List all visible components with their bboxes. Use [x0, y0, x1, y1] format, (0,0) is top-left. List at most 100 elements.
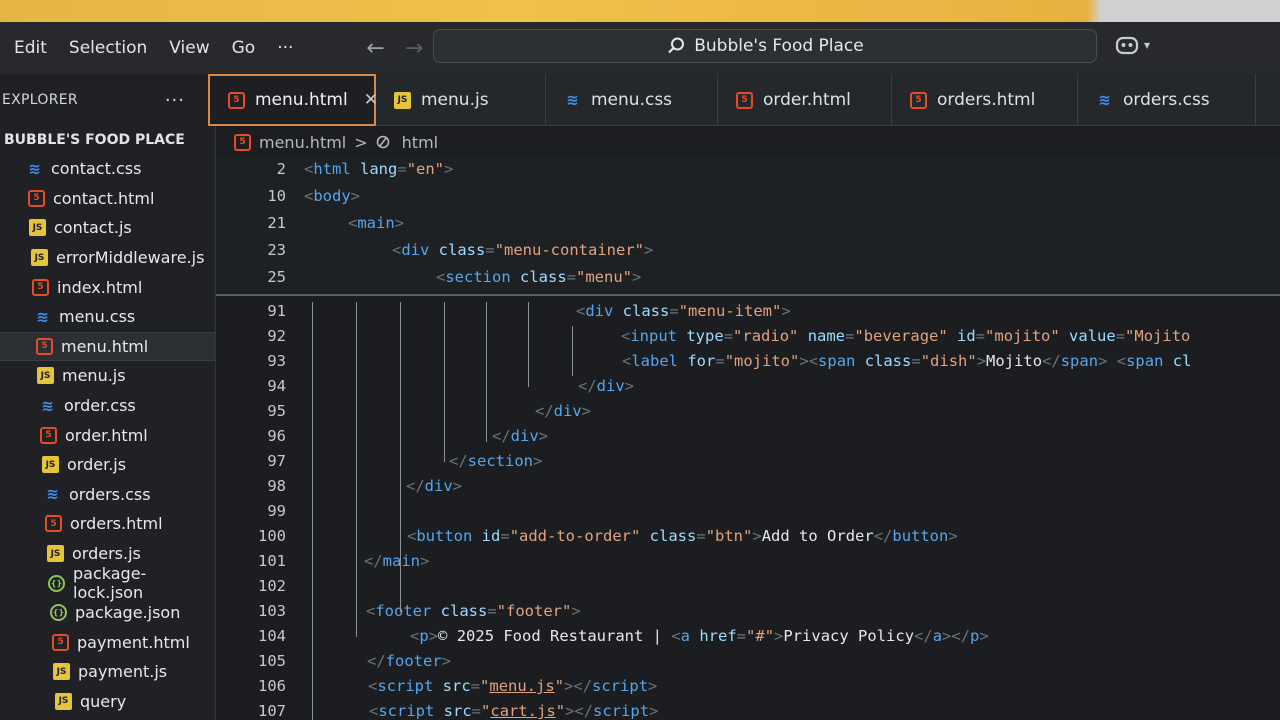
file-item[interactable]: 5 orders.html [0, 509, 215, 539]
code-line[interactable]: 99 [216, 502, 1280, 528]
file-item[interactable]: JS errorMiddleware.js [0, 243, 215, 273]
code-line[interactable]: 21 <main> [216, 214, 1280, 240]
code-token: section [445, 268, 511, 286]
file-name: payment.js [78, 662, 168, 682]
file-item[interactable]: JS order.js [0, 450, 215, 480]
code-line[interactable]: 106 <script src="menu.js"></script> [216, 677, 1280, 703]
file-item[interactable]: 5 order.html [0, 420, 215, 450]
editor-tab[interactable]: 5 order.html [718, 74, 892, 126]
menu-item[interactable]: Selection [58, 38, 158, 58]
code-token: p [419, 627, 429, 645]
code-line[interactable]: 103 <footer class="footer"> [216, 602, 1280, 628]
code-token: > [632, 268, 642, 286]
code-content: </div> [578, 377, 634, 395]
editor-tab[interactable]: ≋ orders.css [1078, 74, 1256, 126]
code-line[interactable]: 107 <script src="cart.js"></script> [216, 702, 1280, 720]
code-token: lang [350, 160, 398, 178]
command-center-search[interactable]: Bubble's Food Place [433, 29, 1097, 63]
html-file-icon: 5 [40, 426, 57, 444]
file-item[interactable]: ≋ contact.css [0, 154, 215, 184]
breadcrumb-file[interactable]: menu.html [259, 133, 346, 152]
js-file-icon: JS [394, 91, 411, 109]
code-line[interactable]: 98 </div> [216, 477, 1280, 503]
line-number: 21 [267, 214, 286, 232]
file-item[interactable]: {} package.json [0, 598, 215, 628]
code-token: footer [385, 652, 442, 670]
code-token: > [350, 187, 361, 205]
code-content: <script src="menu.js"></script> [368, 677, 657, 695]
editor-tab[interactable]: 5 menu.html ✕ [208, 74, 378, 126]
code-content: <div class="menu-item"> [576, 302, 791, 320]
file-item[interactable]: ≋ order.css [0, 391, 215, 421]
code-token: < [304, 160, 314, 178]
line-number: 104 [258, 627, 286, 645]
code-line[interactable]: 10 <body> [216, 187, 1280, 213]
file-item[interactable]: JS contact.js [0, 213, 215, 243]
code-line[interactable]: 100 <button id="add-to-order" class="btn"… [216, 527, 1280, 553]
code-token: < [304, 187, 314, 205]
html-file-icon: 5 [36, 337, 53, 355]
file-item[interactable]: ≋ menu.css [0, 302, 215, 332]
code-editor[interactable]: 2 <html lang="en"> 10 <body> 21 <main> 23 <div … [216, 156, 1280, 720]
menu-item[interactable]: ··· [266, 38, 304, 58]
file-item[interactable]: 5 payment.html [0, 628, 215, 658]
editor-tab[interactable]: JS menu.js [376, 74, 546, 126]
menu-item[interactable]: Edit [0, 38, 58, 58]
code-token: footer [375, 602, 432, 620]
editor-tab[interactable]: 5 orders.html [892, 74, 1078, 126]
html-file-icon: 5 [28, 189, 45, 207]
code-line[interactable]: 97 </section> [216, 452, 1280, 478]
code-line[interactable]: 102 [216, 577, 1280, 603]
explorer-more-icon[interactable]: ··· [165, 90, 185, 111]
code-token: = [470, 677, 481, 695]
code-token: > [781, 302, 791, 320]
menu-item[interactable]: Go [221, 38, 267, 58]
code-token: Mojito [986, 352, 1043, 370]
file-item[interactable]: JS query [0, 687, 215, 717]
explorer-title: EXPLORER [2, 92, 78, 108]
breadcrumb-node[interactable]: html [402, 133, 438, 152]
file-item[interactable]: JS payment.js [0, 657, 215, 687]
code-line[interactable]: 92 <input type="radio" name="beverage" id… [216, 327, 1280, 353]
file-item[interactable]: 5 index.html [0, 272, 215, 302]
menu-item[interactable]: View [158, 38, 220, 58]
line-number: 91 [267, 302, 286, 320]
copilot-menu[interactable]: ▾ [1114, 34, 1150, 56]
code-token: ></ [565, 702, 594, 720]
code-token: = [911, 352, 921, 370]
file-name: order.css [64, 396, 136, 416]
code-token: < [410, 627, 420, 645]
back-arrow-icon[interactable]: ← [366, 36, 384, 61]
code-line[interactable]: 23 <div class="menu-container"> [216, 241, 1280, 267]
code-token: </ [914, 627, 933, 645]
code-token: input [630, 327, 678, 345]
file-item[interactable]: {} package-lock.json [0, 564, 215, 602]
file-item[interactable]: ≋ orders.css [0, 480, 215, 510]
file-item[interactable]: 5 menu.html [0, 331, 215, 362]
code-line[interactable]: 25 <section class="menu"> [216, 268, 1280, 294]
code-token: = [566, 268, 577, 286]
tab-label: orders.html [937, 90, 1036, 110]
indent-guide [444, 302, 445, 462]
code-token: href [690, 627, 737, 645]
line-number: 100 [258, 527, 286, 545]
code-line[interactable]: 91 <div class="menu-item"> [216, 302, 1280, 328]
js-file-icon: JS [55, 692, 72, 710]
explorer-sidebar: EXPLORER ··· BUBBLE'S FOOD PLACE ≋ contac… [0, 74, 216, 720]
file-item[interactable]: JS menu.js [0, 361, 215, 391]
file-item[interactable]: 5 contact.html [0, 184, 215, 214]
code-line[interactable]: 2 <html lang="en"> [216, 160, 1280, 186]
code-line[interactable]: 93 <label for="mojito"><span class="dish"… [216, 352, 1280, 378]
code-line[interactable]: 104 <p>© 2025 Food Restaurant | <a href="… [216, 627, 1280, 653]
code-line[interactable]: 101 </main> [216, 552, 1280, 578]
code-token: </ [406, 477, 425, 495]
forward-arrow-icon[interactable]: → [405, 36, 423, 61]
code-line[interactable]: 96 </div> [216, 427, 1280, 453]
code-line[interactable]: 94 </div> [216, 377, 1280, 403]
code-token: < [436, 268, 446, 286]
workspace-folder[interactable]: BUBBLE'S FOOD PLACE [0, 126, 215, 154]
editor-tab[interactable]: ≋ menu.css [546, 74, 718, 126]
code-line[interactable]: 95 </div> [216, 402, 1280, 428]
code-token: src [433, 677, 471, 695]
code-line[interactable]: 105 </footer> [216, 652, 1280, 678]
